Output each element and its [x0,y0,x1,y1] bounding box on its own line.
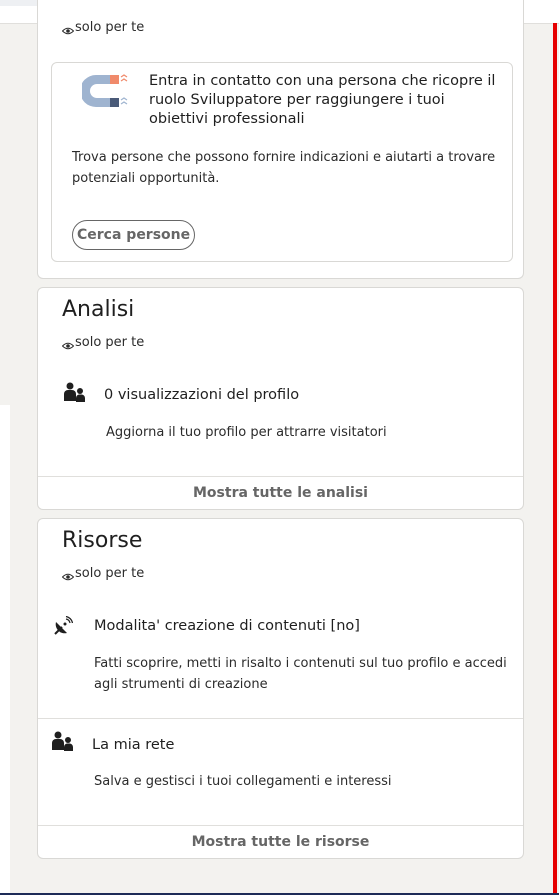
row-divider [38,718,523,719]
creator-mode-link[interactable]: Modalita' creazione di contenuti [no] [94,618,360,634]
analytics-card: Analisi solo per te 0 visualizzazioni de… [37,287,524,510]
satellite-dish-icon [53,615,74,640]
visibility-indicator: solo per te [61,566,145,581]
visibility-indicator: solo per te [61,335,145,350]
people-icon [52,731,74,757]
analytics-title: Analisi [62,297,135,322]
creator-mode-description: Fatti scoprire, metti in risalto i conte… [94,656,507,692]
visibility-label: solo per te [75,566,145,581]
search-people-button[interactable]: Cerca persone [72,220,196,250]
left-panel-edge [0,405,10,895]
scroll-accent-bar [553,23,557,895]
profile-views-description: Aggiorna il tuo profilo per attrarre vis… [106,425,387,440]
my-network-link[interactable]: La mia rete [92,737,174,753]
resources-card: Risorse solo per te Modalita' creazione … [37,518,524,859]
show-all-analytics-link[interactable]: Mostra tutte le analisi [38,476,523,510]
show-all-resources-link[interactable]: Mostra tutte le risorse [38,825,523,859]
my-network-description: Salva e gestisci i tuoi collegamenti e i… [94,774,392,789]
suggestion-description: Trova persone che possono fornire indica… [72,150,496,186]
visibility-label: solo per te [75,335,145,350]
visibility-label: solo per te [75,20,145,35]
people-icon [64,382,86,408]
visibility-indicator: solo per te [61,20,145,35]
resources-title: Risorse [62,528,143,553]
suggestion-box: Entra in contatto con una persona che ri… [51,62,513,262]
eye-icon [61,24,75,34]
profile-views-link[interactable]: 0 visualizzazioni del profilo [104,387,299,403]
suggestion-title: Entra in contatto con una persona che ri… [149,73,496,127]
eye-icon [61,570,75,580]
magnet-icon [80,71,130,115]
suggestions-card: solo per te Entra in contatto con una pe… [37,0,524,279]
eye-icon [61,339,75,349]
